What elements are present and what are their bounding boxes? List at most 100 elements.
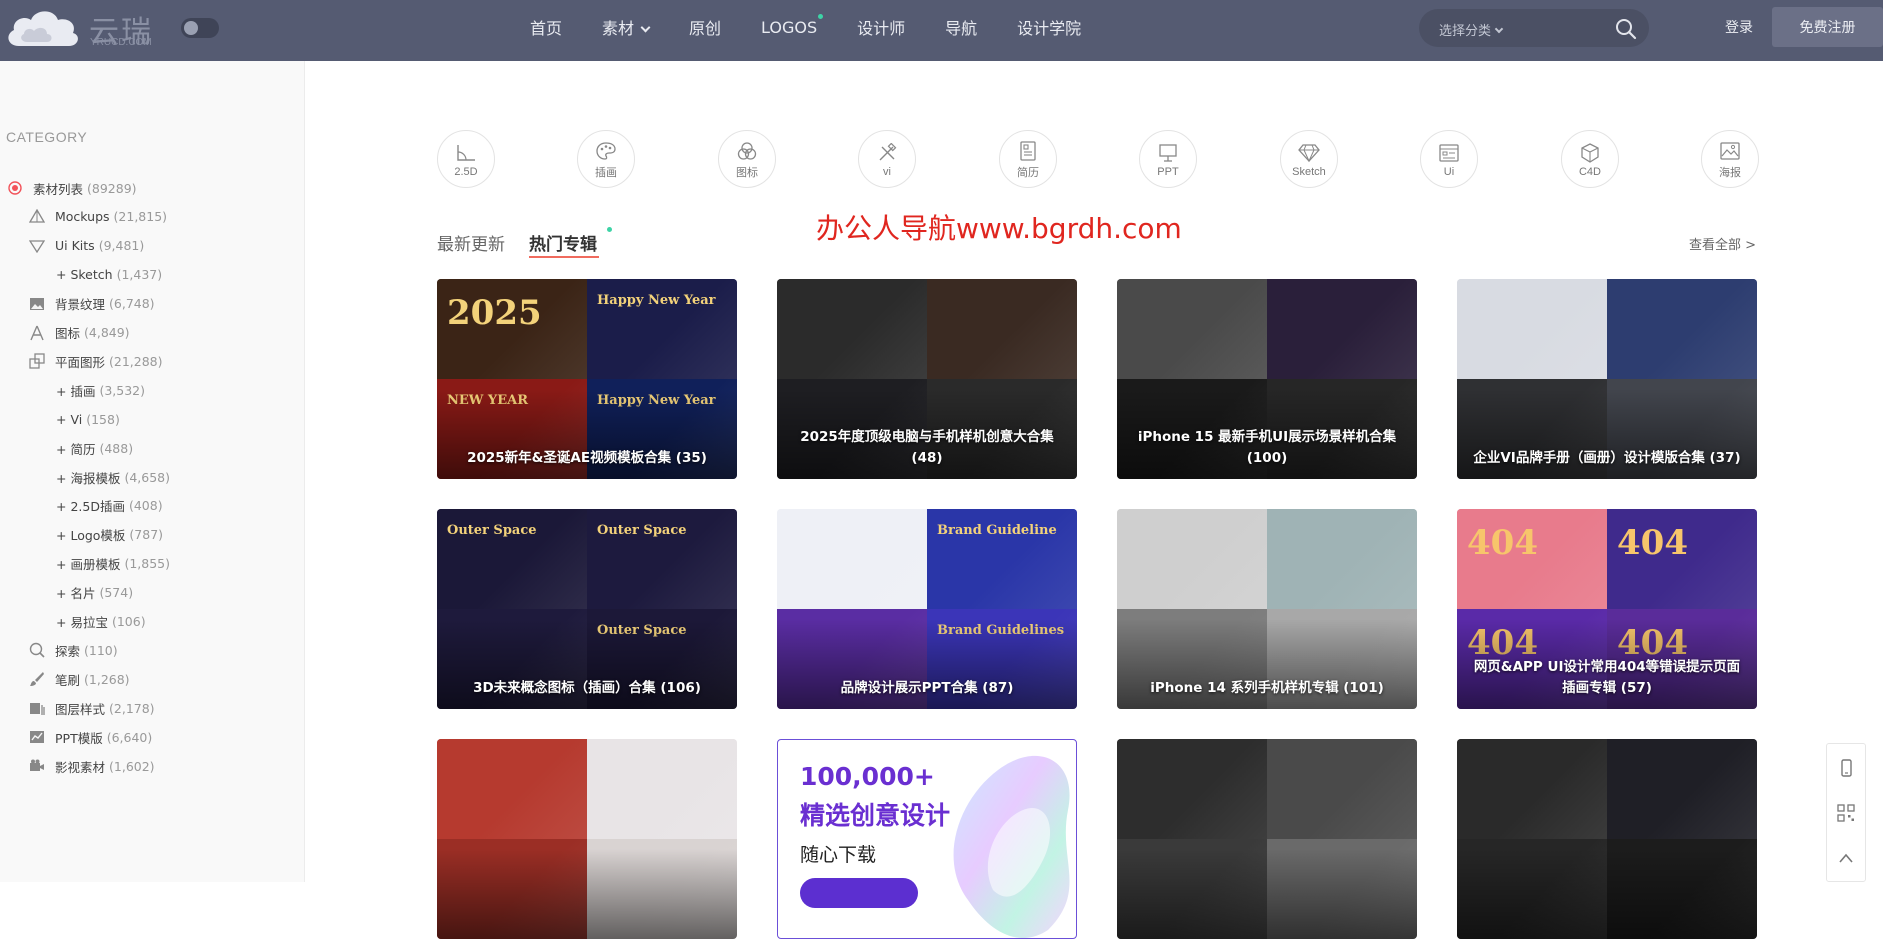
- login-link[interactable]: 登录: [1725, 17, 1753, 37]
- sidebar-item-label: + Logo模板: [56, 528, 126, 544]
- sidebar-item[interactable]: 图层样式 (2,178): [28, 697, 155, 719]
- chart-icon: [28, 728, 46, 746]
- category-select-label: 选择分类: [1439, 24, 1492, 39]
- album-card[interactable]: [1117, 739, 1417, 939]
- top-navbar: 云瑞 YRUCD.COM 首页 素材 原创 LOGOS 设计师 导航 设计学院 …: [0, 0, 1883, 61]
- promo-button[interactable]: [800, 878, 918, 908]
- sidebar-item[interactable]: 影视素材 (1,602): [28, 755, 155, 777]
- main-nav: 首页 素材 原创 LOGOS 设计师 导航 设计学院: [530, 0, 1121, 54]
- sidebar-item-count: (110): [84, 642, 118, 658]
- sidebar-item[interactable]: + 2.5D插画 (408): [56, 495, 163, 517]
- sidebar-item[interactable]: Mockups (21,815): [28, 206, 167, 228]
- sidebar-item-label: + 海报模板: [56, 470, 121, 486]
- sidebar-item-label: + Vi: [56, 411, 83, 427]
- card-title: iPhone 15 最新手机UI展示场景样机合集 (100): [1137, 429, 1397, 466]
- category-label: C4D: [1578, 165, 1601, 178]
- pen-icon: [28, 324, 46, 342]
- category-sketch[interactable]: Sketch: [1280, 130, 1338, 188]
- tab-hot-albums[interactable]: 热门专辑: [529, 230, 597, 255]
- sidebar-item[interactable]: 平面图形 (21,288): [28, 350, 163, 372]
- album-card[interactable]: Brand GuidelineBrand Guidelines品牌设计展示PPT…: [777, 509, 1077, 709]
- category-ppt[interactable]: PPT: [1139, 130, 1197, 188]
- category-icons[interactable]: 图标: [718, 130, 776, 188]
- sidebar-item[interactable]: + Sketch (1,437): [56, 264, 162, 286]
- sidebar-item[interactable]: + 插画 (3,532): [56, 379, 145, 401]
- album-card[interactable]: 404404404404网页&APP UI设计常用404等错误提示页面插画专辑 …: [1457, 509, 1757, 709]
- search-box[interactable]: 选择分类: [1419, 9, 1649, 47]
- category-label: vi: [883, 165, 891, 178]
- toggle-knob: [184, 21, 198, 35]
- album-card[interactable]: Outer SpaceOuter SpaceOuter Space3D未来概念图…: [437, 509, 737, 709]
- category-2-5d[interactable]: 2.5D: [437, 130, 495, 188]
- sidebar-item-count: (1,268): [84, 671, 130, 687]
- sidebar-item-count: (4,658): [124, 469, 170, 485]
- promo-subtitle: 精选创意设计: [800, 801, 951, 830]
- layers-icon: [28, 699, 46, 717]
- register-button[interactable]: 免费注册: [1772, 7, 1883, 47]
- presentation-icon: [1159, 143, 1177, 162]
- sidebar-item-count: (408): [128, 498, 163, 514]
- sidebar-item[interactable]: 背景纹理 (6,748): [28, 293, 155, 315]
- nav-logos[interactable]: LOGOS: [761, 13, 824, 37]
- nav-materials[interactable]: 素材: [602, 15, 651, 39]
- site-logo[interactable]: 云瑞 YRUCD.COM: [5, 6, 155, 50]
- view-all-link[interactable]: 查看全部 >: [1689, 234, 1756, 253]
- mobile-button[interactable]: [1827, 746, 1865, 790]
- circles-icon: [737, 141, 757, 160]
- album-card[interactable]: 企业VI品牌手册（画册）设计模版合集 (37): [1457, 279, 1757, 479]
- category-vi[interactable]: vi: [858, 130, 916, 188]
- back-to-top-icon: [1839, 853, 1853, 863]
- category-select[interactable]: 选择分类: [1439, 20, 1504, 39]
- card-title: 网页&APP UI设计常用404等错误提示页面插画专辑 (57): [1473, 659, 1741, 696]
- nav-navigation[interactable]: 导航: [945, 15, 977, 39]
- category-resume[interactable]: 简历: [999, 130, 1057, 188]
- sidebar-item[interactable]: Ui Kits (9,481): [28, 235, 144, 257]
- sidebar-item-count: (3,532): [99, 382, 145, 398]
- category-c4d[interactable]: C4D: [1561, 130, 1619, 188]
- sidebar-item[interactable]: 笔刷 (1,268): [28, 668, 130, 690]
- album-card[interactable]: 100,000+ 精选创意设计 随心下载: [777, 739, 1077, 939]
- nav-academy[interactable]: 设计学院: [1017, 15, 1081, 39]
- card-shade: [437, 739, 737, 939]
- sidebar-item[interactable]: + 简历 (488): [56, 437, 133, 459]
- back-to-top-button[interactable]: [1827, 836, 1865, 880]
- promo-caption: 随心下载: [800, 844, 877, 866]
- sidebar-item[interactable]: + Vi (158): [56, 408, 120, 430]
- album-card[interactable]: [437, 739, 737, 939]
- tab-latest[interactable]: 最新更新: [437, 230, 505, 255]
- nav-logos-label: LOGOS: [761, 17, 818, 37]
- sidebar-item-label: PPT模版: [55, 730, 103, 746]
- sidebar-item-label: 笔刷: [55, 672, 81, 688]
- sidebar-item[interactable]: PPT模版 (6,640): [28, 726, 152, 748]
- sidebar-item-label: + 插画: [56, 383, 96, 399]
- album-card[interactable]: [1457, 739, 1757, 939]
- sidebar-item[interactable]: + Logo模板 (787): [56, 524, 163, 546]
- sidebar-item[interactable]: + 画册模板 (1,855): [56, 553, 170, 575]
- sidebar-item[interactable]: + 海报模板 (4,658): [56, 466, 170, 488]
- category-label: 海报: [1719, 166, 1741, 179]
- search-icon[interactable]: [1615, 18, 1637, 40]
- sidebar-item-label: 影视素材: [55, 759, 106, 775]
- category-illustration[interactable]: 插画: [577, 130, 635, 188]
- album-card[interactable]: iPhone 14 系列手机样机专辑 (101): [1117, 509, 1417, 709]
- sidebar-item[interactable]: + 名片 (574): [56, 582, 133, 604]
- album-card[interactable]: iPhone 15 最新手机UI展示场景样机合集 (100): [1117, 279, 1417, 479]
- nav-materials-label: 素材: [602, 19, 635, 38]
- nav-original[interactable]: 原创: [689, 15, 721, 39]
- album-card[interactable]: 2025年度顶级电脑与手机样机创意大合集 (48): [777, 279, 1077, 479]
- sidebar-item[interactable]: + 易拉宝 (106): [56, 611, 146, 633]
- card-title: 2025年度顶级电脑与手机样机创意大合集 (48): [800, 429, 1054, 466]
- cloud-logo-icon: [8, 11, 78, 47]
- album-card[interactable]: 2025Happy New YearNEW YEARHappy New Year…: [437, 279, 737, 479]
- category-poster[interactable]: 海报: [1701, 130, 1759, 188]
- nav-home[interactable]: 首页: [530, 15, 562, 39]
- sidebar-item[interactable]: 图标 (4,849): [28, 322, 130, 344]
- dark-mode-toggle[interactable]: [181, 18, 219, 38]
- qrcode-button[interactable]: [1827, 791, 1865, 835]
- nav-designer[interactable]: 设计师: [857, 15, 905, 39]
- nav-designer-label: 设计师: [857, 19, 906, 38]
- sidebar-item[interactable]: 探索 (110): [28, 639, 118, 661]
- category-ui[interactable]: Ui: [1420, 130, 1478, 188]
- sidebar-item[interactable]: 素材列表 (89289): [6, 177, 137, 199]
- brush-icon: [28, 670, 46, 688]
